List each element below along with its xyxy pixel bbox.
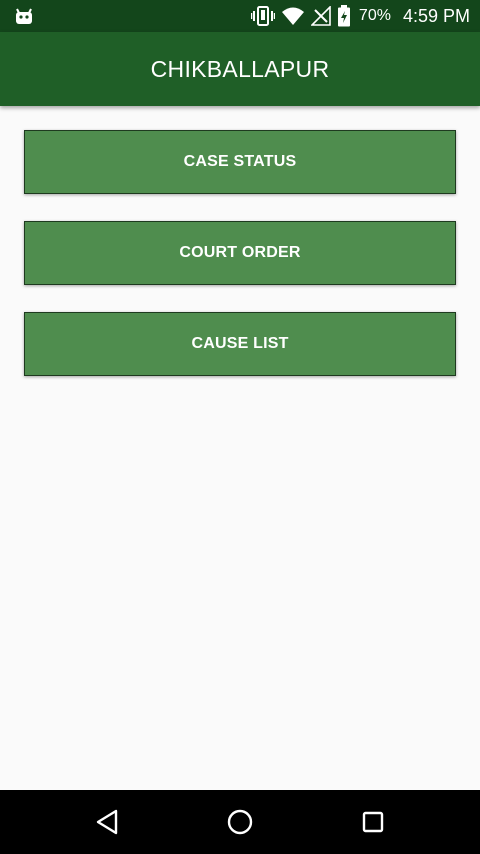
no-signal-icon	[310, 6, 331, 26]
screen: 70% 4:59 PM CHIKBALLAPUR CASE STATUS COU…	[0, 0, 480, 854]
wifi-icon	[281, 6, 305, 26]
battery-charging-icon	[337, 5, 351, 27]
status-icons: 70% 4:59 PM	[250, 0, 470, 32]
page-title: CHIKBALLAPUR	[150, 55, 330, 82]
android-robot-icon	[14, 6, 34, 26]
cause-list-button[interactable]: CAUSE LIST	[24, 312, 456, 376]
battery-percentage: 70%	[358, 7, 391, 24]
vibrate-icon	[250, 6, 275, 26]
menu: CASE STATUS COURT ORDER CAUSE LIST	[24, 130, 456, 403]
recents-icon[interactable]	[357, 806, 389, 838]
home-icon[interactable]	[224, 806, 256, 838]
status-bar: 70% 4:59 PM	[0, 0, 480, 32]
app-bar: CHIKBALLAPUR	[0, 32, 480, 106]
navigation-bar	[0, 790, 480, 854]
court-order-button[interactable]: COURT ORDER	[24, 221, 456, 285]
case-status-button[interactable]: CASE STATUS	[24, 130, 456, 194]
back-icon[interactable]	[91, 806, 123, 838]
clock: 4:59 PM	[402, 5, 470, 26]
